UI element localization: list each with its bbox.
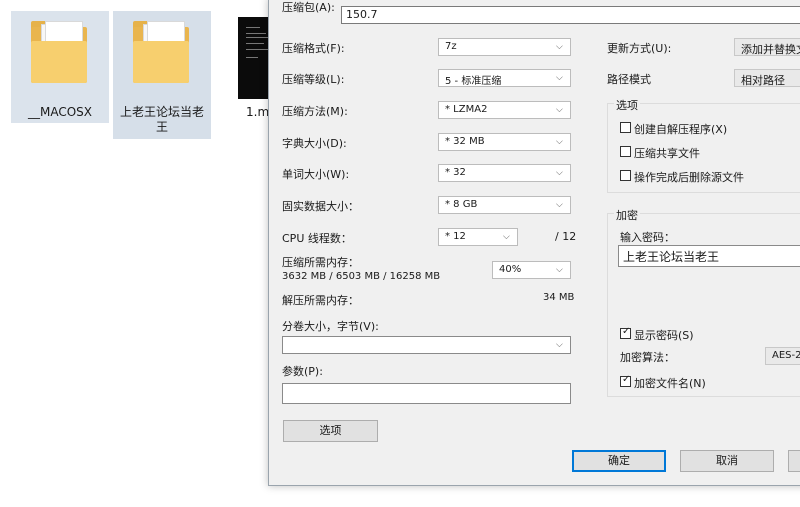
- encryption-method-select[interactable]: AES-2: [765, 347, 800, 365]
- checkbox-box: [620, 146, 631, 157]
- encryption-method-label: 加密算法：: [620, 351, 675, 364]
- format-label: 压缩格式(F):: [282, 42, 345, 55]
- memory-label: 压缩所需内存：: [282, 256, 359, 269]
- solid-label: 固实数据大小：: [282, 200, 359, 213]
- chevron-down-icon: ⌵: [556, 73, 563, 83]
- chevron-down-icon: ⌵: [556, 168, 563, 178]
- folder-icon: [31, 21, 87, 83]
- level-select[interactable]: 5 - 标准压缩 ⌵: [438, 69, 571, 87]
- word-select[interactable]: * 32 ⌵: [438, 164, 571, 182]
- dict-select[interactable]: * 32 MB ⌵: [438, 133, 571, 151]
- check-icon: ✓: [622, 326, 631, 337]
- file-item-folder[interactable]: 上老王论坛当老王: [113, 11, 211, 139]
- file-name: __MACOSX: [27, 105, 92, 119]
- cancel-button[interactable]: 取消: [680, 450, 774, 472]
- checkbox-box: [620, 122, 631, 133]
- pathmode-select[interactable]: 相对路径: [734, 69, 800, 87]
- chevron-down-icon: ⌵: [556, 340, 563, 350]
- chevron-down-icon: ⌵: [556, 200, 563, 210]
- level-label: 压缩等级(L):: [282, 73, 345, 86]
- archive-path-value: 150.7: [346, 8, 378, 21]
- word-value: * 32: [445, 167, 466, 178]
- params-input[interactable]: [282, 383, 571, 404]
- check-icon: ✓: [622, 374, 631, 385]
- options-group-title: 选项: [614, 97, 640, 113]
- add-to-archive-dialog: 压缩包(A): 150.7 压缩格式(F): 7z ⌵ 压缩等级(L): 5 -…: [268, 0, 800, 486]
- chevron-down-icon: ⌵: [556, 265, 563, 275]
- password-input[interactable]: 上老王论坛当老王: [618, 245, 800, 267]
- archive-path-input[interactable]: 150.7: [341, 6, 800, 24]
- ok-button[interactable]: 确定: [572, 450, 666, 472]
- update-value: 添加并替换文: [741, 43, 800, 56]
- pathmode-label: 路径模式: [607, 73, 651, 86]
- cpu-select[interactable]: * 12 ⌵: [438, 228, 518, 246]
- checkbox-box: [620, 170, 631, 181]
- solid-value: * 8 GB: [445, 199, 478, 210]
- format-select[interactable]: 7z ⌵: [438, 38, 571, 56]
- cpu-value: * 12: [445, 231, 466, 242]
- archive-label: 压缩包(A):: [282, 1, 335, 14]
- update-label: 更新方式(U):: [607, 42, 672, 55]
- format-value: 7z: [445, 41, 457, 52]
- decompress-label: 解压所需内存：: [282, 294, 359, 307]
- help-button[interactable]: [788, 450, 800, 472]
- dict-value: * 32 MB: [445, 136, 485, 147]
- memory-value: 40%: [499, 264, 522, 275]
- chevron-down-icon: ⌵: [556, 137, 563, 147]
- word-label: 单词大小(W):: [282, 168, 350, 181]
- sfx-label: 创建自解压程序(X): [634, 123, 728, 136]
- encrypt-names-label: 加密文件名(N): [634, 377, 706, 390]
- chevron-down-icon: ⌵: [503, 232, 510, 242]
- options-button[interactable]: 选项: [283, 420, 378, 442]
- delete-label: 操作完成后删除源文件: [634, 171, 744, 184]
- update-select[interactable]: 添加并替换文: [734, 38, 800, 56]
- encryption-group-title: 加密: [614, 207, 640, 223]
- cpu-label: CPU 线程数：: [282, 232, 352, 245]
- file-item-macosx[interactable]: __MACOSX: [11, 11, 109, 123]
- password-value: 上老王论坛当老王: [623, 250, 720, 264]
- method-select[interactable]: * LZMA2 ⌵: [438, 101, 571, 119]
- level-value: 5 - 标准压缩: [445, 76, 502, 87]
- shared-label: 压缩共享文件: [634, 147, 700, 160]
- method-label: 压缩方法(M):: [282, 105, 348, 118]
- checkbox-box: ✓: [620, 326, 631, 339]
- volume-label: 分卷大小，字节(V):: [282, 320, 379, 333]
- password-label: 输入密码：: [620, 231, 675, 244]
- chevron-down-icon: ⌵: [556, 105, 563, 115]
- file-name: 上老王论坛当老王: [119, 105, 204, 134]
- volume-select[interactable]: ⌵: [282, 336, 571, 354]
- chevron-down-icon: ⌵: [556, 42, 563, 52]
- pathmode-value: 相对路径: [741, 74, 785, 87]
- folder-icon: [133, 21, 189, 83]
- method-value: * LZMA2: [445, 104, 488, 115]
- show-password-label: 显示密码(S): [634, 329, 694, 342]
- memory-detail: 3632 MB / 6503 MB / 16258 MB: [282, 271, 441, 282]
- encryption-method-value: AES-2: [772, 350, 800, 361]
- decompress-value: 34 MB: [543, 292, 575, 303]
- memory-select[interactable]: 40% ⌵: [492, 261, 571, 279]
- cpu-total: / 12: [555, 230, 577, 243]
- dict-label: 字典大小(D):: [282, 137, 347, 150]
- checkbox-box: ✓: [620, 374, 631, 387]
- params-label: 参数(P):: [282, 365, 323, 378]
- solid-select[interactable]: * 8 GB ⌵: [438, 196, 571, 214]
